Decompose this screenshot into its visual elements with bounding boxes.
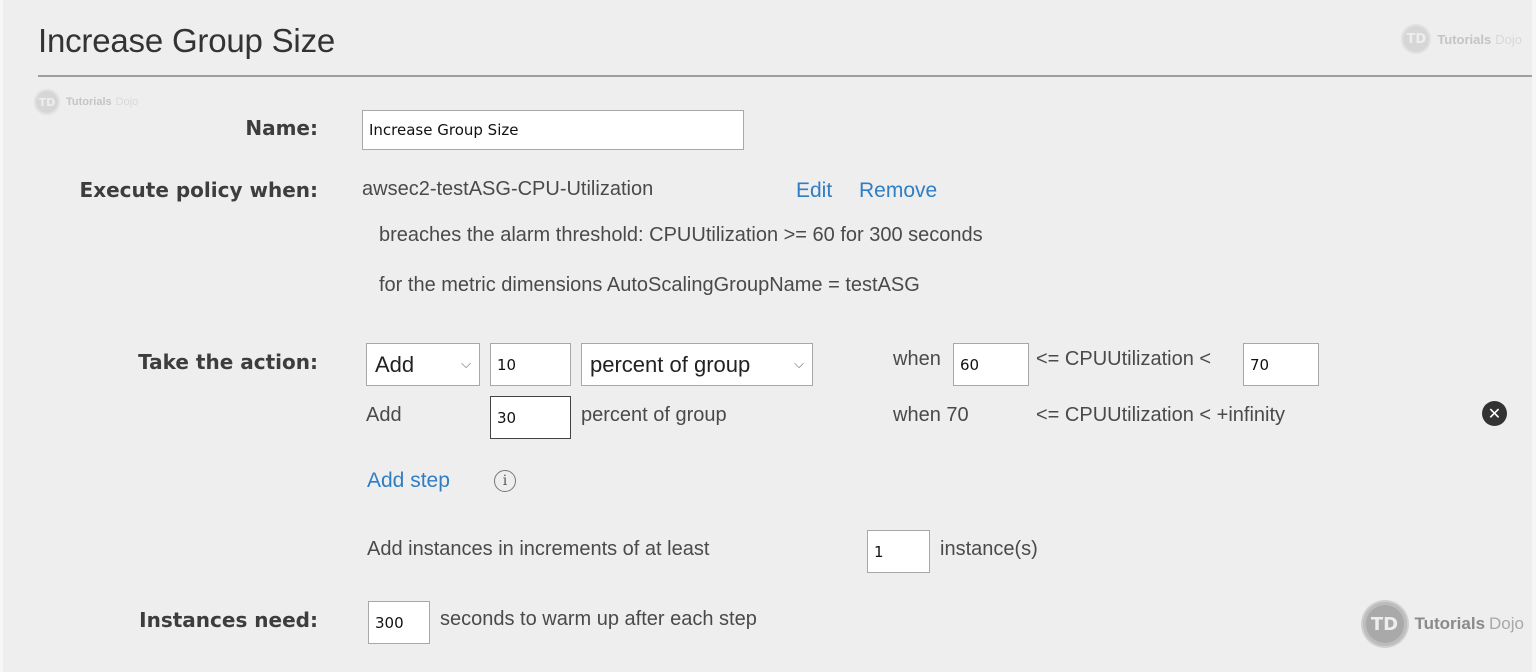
remove-alarm-link[interactable]: Remove [859,179,937,203]
watermark-brand: Tutorials [1437,31,1492,47]
step-2-unit: percent of group [581,404,727,426]
tutorials-dojo-logo-icon: TD [34,89,60,115]
watermark-brand-suffix: Dojo [1489,614,1524,633]
step-1-metric-text: <= CPUUtilization < [1036,348,1212,370]
window-frame-right [1532,0,1536,672]
watermark-top-right: TD Tutorials Dojo [1401,24,1522,54]
take-action-label: Take the action: [138,350,318,374]
step-1-unit-select[interactable]: percent of group ⌵ [581,343,813,386]
watermark-left: TD Tutorials Dojo [34,89,138,115]
step-1-operation-select[interactable]: Add ⌵ [366,343,480,386]
step-2-value-input[interactable]: 30 [490,396,571,439]
step-2-metric-text: <= CPUUtilization < +infinity [1036,404,1286,426]
policy-name-input[interactable]: Increase Group Size [362,110,744,150]
window-frame-left [0,0,3,672]
step-1-upper-bound-input[interactable]: 70 [1243,343,1319,386]
chevron-down-icon: ⌵ [461,357,471,372]
execute-policy-label: Execute policy when: [79,178,318,202]
watermark-brand: Tutorials [1414,614,1486,633]
min-increment-input[interactable]: 1 [867,530,930,573]
increments-suffix: instance(s) [940,538,1038,560]
alarm-dimensions-text: for the metric dimensions AutoScalingGro… [379,274,920,296]
warmup-seconds-input[interactable]: 300 [368,601,430,644]
step-2-when-text: when 70 [893,404,969,426]
step-2-value: 30 [497,408,517,427]
edit-alarm-link[interactable]: Edit [796,179,832,203]
step-1-operation-value: Add [375,351,415,377]
step-2-operation: Add [366,404,402,426]
increments-prefix: Add instances in increments of at least [367,538,710,560]
step-1-lower-bound-input[interactable]: 60 [953,343,1029,386]
warmup-seconds-value: 300 [375,613,404,632]
min-increment-value: 1 [874,542,884,561]
watermark-brand-suffix: Dojo [115,96,139,108]
info-icon[interactable]: i [494,470,516,492]
alarm-name: awsec2-testASG-CPU-Utilization [362,178,654,200]
watermark-brand-suffix: Dojo [1495,31,1522,47]
step-1-value: 10 [497,355,517,374]
add-step-link[interactable]: Add step [367,469,450,493]
warmup-suffix: seconds to warm up after each step [440,608,757,630]
policy-name-value: Increase Group Size [369,121,519,139]
name-label: Name: [245,116,318,140]
page-title: Increase Group Size [38,22,336,59]
alarm-threshold-text: breaches the alarm threshold: CPUUtiliza… [379,224,983,246]
chevron-down-icon: ⌵ [794,357,804,372]
watermark-bottom-right: TD Tutorials Dojo [1362,602,1524,646]
tutorials-dojo-logo-icon: TD [1362,602,1407,646]
tutorials-dojo-logo-icon: TD [1401,24,1432,54]
title-divider [38,75,1532,77]
step-1-when-label: when [893,348,941,370]
step-1-lower-bound: 60 [960,355,980,374]
instances-need-label: Instances need: [139,608,318,632]
step-1-upper-bound: 70 [1250,355,1270,374]
watermark-brand: Tutorials [66,96,112,108]
remove-step-icon[interactable]: ✕ [1482,401,1507,426]
step-1-unit-value: percent of group [590,351,751,377]
step-1-value-input[interactable]: 10 [490,343,571,386]
